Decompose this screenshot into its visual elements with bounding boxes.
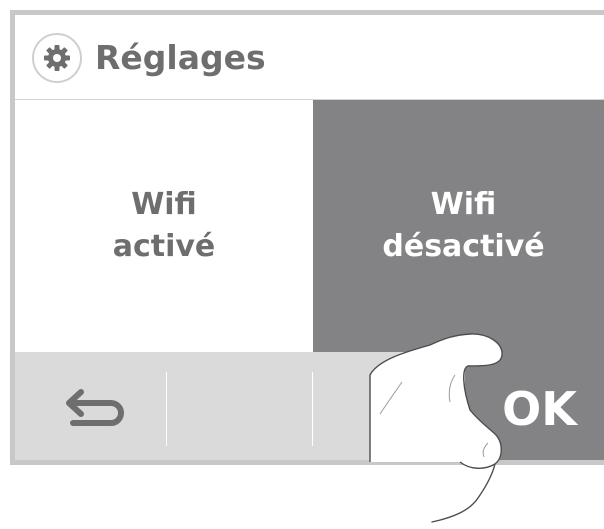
ok-button[interactable]: OK bbox=[465, 352, 604, 460]
header-bar: Réglages bbox=[15, 15, 604, 100]
gear-icon bbox=[32, 33, 82, 83]
footer-empty-slot bbox=[166, 352, 312, 460]
footer-bar: OK bbox=[15, 352, 604, 460]
back-button[interactable] bbox=[15, 352, 166, 460]
wifi-options: Wifi activé Wifi désactivé bbox=[15, 100, 604, 352]
page-title: Réglages bbox=[95, 38, 266, 77]
device-screen: Réglages Wifi activé Wifi désactivé OK bbox=[10, 10, 604, 465]
wifi-off-label-line2: désactivé bbox=[382, 229, 545, 264]
return-arrow-icon bbox=[65, 388, 124, 426]
wifi-off-label-line1: Wifi bbox=[430, 187, 497, 222]
wifi-off-option[interactable]: Wifi désactivé bbox=[313, 100, 604, 352]
wifi-on-label-line1: Wifi bbox=[131, 187, 197, 222]
footer-empty-slot bbox=[312, 352, 465, 460]
wifi-on-label-line2: activé bbox=[112, 229, 216, 264]
wifi-on-option[interactable]: Wifi activé bbox=[15, 100, 313, 352]
